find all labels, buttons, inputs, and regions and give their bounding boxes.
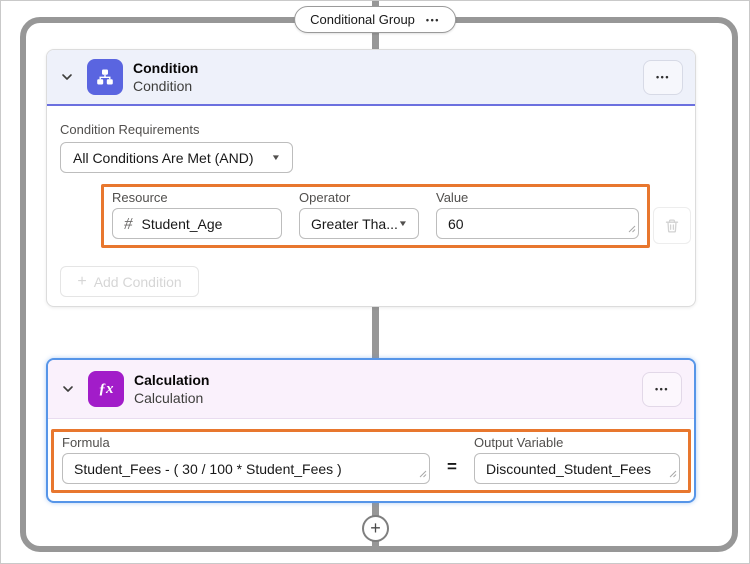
resize-handle-icon[interactable]	[628, 220, 636, 236]
plus-icon: +	[370, 517, 381, 538]
caret-down-icon: ▼	[270, 153, 282, 162]
add-element-button[interactable]: +	[362, 515, 389, 542]
condition-menu-button[interactable]: •••	[643, 59, 683, 95]
calculation-row-highlight: Formula Student_Fees - ( 30 / 100 * Stud…	[51, 429, 691, 493]
condition-title: Condition	[133, 59, 199, 76]
output-variable-label: Output Variable	[474, 435, 564, 450]
resource-label: Resource	[112, 190, 168, 205]
condition-row-highlight: Resource # Student_Age Operator Greater …	[101, 184, 650, 248]
equals-column: =	[430, 435, 474, 484]
ellipsis-icon: •••	[655, 384, 669, 394]
value-label: Value	[436, 190, 469, 205]
chevron-down-icon[interactable]	[57, 67, 77, 87]
calculation-menu-button[interactable]: •••	[642, 371, 682, 407]
plus-icon: +	[77, 272, 87, 290]
condition-card-header: Condition Condition •••	[47, 50, 695, 106]
operator-column: Operator Greater Tha... ▼	[299, 190, 419, 239]
add-condition-label: Add Condition	[93, 273, 182, 290]
value-field[interactable]: 60	[436, 208, 639, 239]
resource-field[interactable]: # Student_Age	[112, 208, 282, 239]
condition-requirements-value: All Conditions Are Met (AND)	[73, 149, 254, 166]
conditional-group-label: Conditional Group	[310, 12, 415, 27]
output-variable-value: Discounted_Student_Fees	[486, 460, 651, 477]
conditional-group-pill[interactable]: Conditional Group •••	[294, 6, 456, 33]
resource-column: Resource # Student_Age	[112, 190, 282, 239]
trash-icon	[665, 218, 679, 233]
calculation-formula-icon: ƒx	[88, 371, 124, 407]
formula-label: Formula	[62, 435, 110, 450]
resource-value: Student_Age	[141, 215, 223, 232]
operator-value: Greater Tha...	[311, 215, 398, 232]
condition-requirements-label: Condition Requirements	[60, 122, 200, 137]
output-column: Output Variable Discounted_Student_Fees	[474, 435, 680, 484]
add-condition-button[interactable]: + Add Condition	[60, 266, 199, 297]
delete-condition-button[interactable]	[653, 207, 691, 244]
condition-header-text: Condition Condition	[133, 60, 198, 95]
number-hash-icon: #	[124, 213, 133, 233]
caret-down-icon: ▼	[397, 219, 409, 228]
chevron-down-icon[interactable]	[58, 379, 78, 399]
calculation-title: Calculation	[134, 371, 210, 388]
value-field-text: 60	[448, 215, 464, 232]
formula-column: Formula Student_Fees - ( 30 / 100 * Stud…	[62, 435, 430, 484]
ellipsis-icon: •••	[656, 72, 670, 82]
condition-sitemap-icon	[87, 59, 123, 95]
formula-value: Student_Fees - ( 30 / 100 * Student_Fees…	[74, 460, 342, 477]
value-column: Value 60	[436, 190, 639, 239]
calculation-card-header: ƒx Calculation Calculation •••	[48, 360, 694, 419]
calculation-card[interactable]: ƒx Calculation Calculation ••• Formula S…	[46, 358, 696, 503]
group-menu-ellipsis-icon[interactable]: •••	[426, 15, 440, 25]
resize-handle-icon[interactable]	[669, 465, 677, 481]
formula-field[interactable]: Student_Fees - ( 30 / 100 * Student_Fees…	[62, 453, 430, 484]
condition-subtitle: Condition	[133, 77, 193, 94]
output-variable-field[interactable]: Discounted_Student_Fees	[474, 453, 680, 484]
calculation-subtitle: Calculation	[134, 389, 204, 406]
equals-sign: =	[447, 456, 457, 476]
condition-card[interactable]: Condition Condition ••• Condition Requir…	[46, 49, 696, 307]
resize-handle-icon[interactable]	[419, 465, 427, 481]
operator-select[interactable]: Greater Tha... ▼	[299, 208, 419, 239]
flow-builder-canvas: Conditional Group ••• Condition Conditio…	[0, 0, 750, 564]
condition-requirements-select[interactable]: All Conditions Are Met (AND) ▼	[60, 142, 293, 173]
calculation-header-text: Calculation Calculation	[134, 372, 209, 407]
operator-label: Operator	[299, 190, 351, 205]
